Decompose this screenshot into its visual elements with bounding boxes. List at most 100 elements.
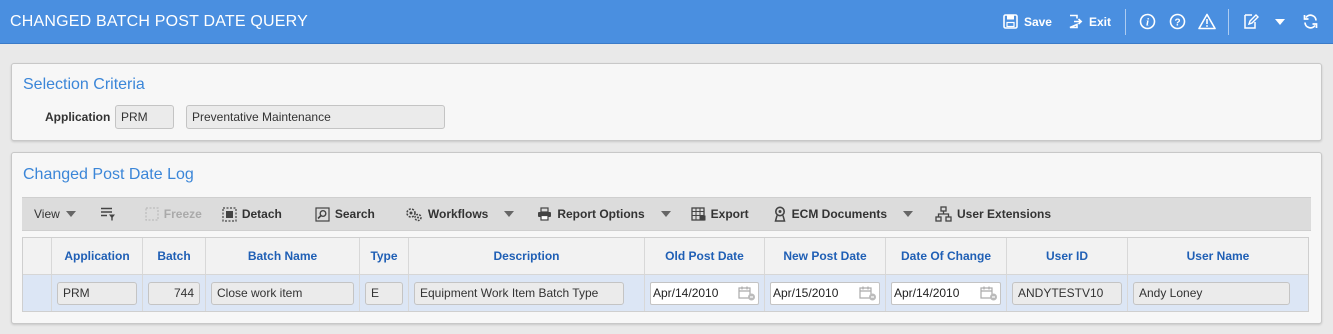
edit-icon[interactable] (1239, 11, 1261, 33)
application-label: Application (45, 110, 111, 124)
workflows-icon (406, 207, 422, 221)
date-of-change-value: Apr/14/2010 (894, 286, 960, 300)
filter-button[interactable] (100, 197, 121, 231)
user-name-cell: Andy Loney (1128, 275, 1308, 311)
calendar-icon[interactable] (980, 285, 998, 301)
application-code-field[interactable]: PRM (115, 105, 174, 129)
column-header-application[interactable]: Application (52, 238, 143, 274)
column-header-old-post-date[interactable]: Old Post Date (645, 238, 765, 274)
grid-header: Application Batch Batch Name Type Descri… (23, 238, 1308, 275)
info-icon[interactable]: i (1136, 11, 1158, 33)
user-id-cell: ANDYTESTV10 (1007, 275, 1128, 311)
view-label: View (34, 207, 60, 221)
freeze-icon (145, 207, 159, 221)
freeze-label: Freeze (163, 207, 202, 221)
column-header-date-of-change[interactable]: Date Of Change (886, 238, 1007, 274)
table-row[interactable]: PRM 744 Close work item E Equipment Work… (23, 275, 1308, 311)
warning-icon[interactable] (1196, 11, 1218, 33)
column-header-description[interactable]: Description (409, 238, 645, 274)
grid-toolbar: View Freeze Detach Search Workflows Repo… (22, 197, 1311, 231)
new-post-date-value: Apr/15/2010 (773, 286, 839, 300)
detach-icon (222, 206, 237, 222)
chevron-down-icon (65, 211, 76, 217)
date-of-change-cell: Apr/14/2010 (886, 275, 1007, 311)
user-extensions-button[interactable]: User Extensions (935, 197, 1051, 231)
description-value[interactable]: Equipment Work Item Batch Type (414, 281, 624, 305)
column-header-user-id[interactable]: User ID (1007, 238, 1128, 274)
chevron-down-icon (660, 211, 671, 217)
exit-button[interactable]: Exit (1068, 14, 1111, 29)
new-post-date-cell: Apr/15/2010 (765, 275, 886, 311)
column-header-batch-name[interactable]: Batch Name (206, 238, 360, 274)
selection-criteria-title: Selection Criteria (23, 76, 145, 93)
title-actions: Save Exit i ? (995, 0, 1333, 44)
separator (1125, 8, 1126, 35)
batch-name-value[interactable]: Close work item (211, 281, 354, 305)
svg-text:?: ? (1174, 18, 1180, 29)
search-icon (315, 206, 330, 222)
user-extensions-label: User Extensions (957, 207, 1052, 221)
chevron-down-icon (504, 211, 515, 217)
exit-label: Exit (1088, 14, 1111, 29)
type-value[interactable]: E (365, 281, 403, 305)
application-value[interactable]: PRM (57, 281, 137, 305)
user-extensions-icon (935, 206, 952, 222)
export-label: Export (710, 207, 749, 221)
selection-criteria-panel: Selection Criteria Application PRM Preve… (11, 63, 1322, 141)
column-header-user-name[interactable]: User Name (1128, 238, 1308, 274)
filter-icon (100, 207, 115, 221)
report-options-button[interactable]: Report Options (537, 197, 671, 231)
freeze-button[interactable]: Freeze (145, 197, 202, 231)
exit-icon (1069, 14, 1083, 29)
old-post-date-value: Apr/14/2010 (653, 286, 719, 300)
calendar-icon[interactable] (738, 285, 756, 301)
save-label: Save (1023, 14, 1052, 29)
chevron-down-icon[interactable] (1269, 11, 1291, 33)
batch-cell: 744 (143, 275, 206, 311)
search-button[interactable]: Search (315, 197, 375, 231)
user-id-value[interactable]: ANDYTESTV10 (1012, 281, 1122, 305)
detach-label: Detach (241, 207, 282, 221)
application-cell: PRM (52, 275, 143, 311)
row-selector[interactable] (23, 275, 52, 311)
log-grid: Application Batch Batch Name Type Descri… (22, 237, 1309, 312)
changed-post-date-log-title: Changed Post Date Log (23, 166, 194, 183)
column-header-type[interactable]: Type (360, 238, 409, 274)
old-post-date-field[interactable]: Apr/14/2010 (650, 281, 759, 305)
batch-value[interactable]: 744 (148, 281, 200, 305)
new-post-date-field[interactable]: Apr/15/2010 (770, 281, 880, 305)
ecm-documents-icon (774, 206, 786, 222)
workflows-button[interactable]: Workflows (405, 197, 515, 231)
separator (1228, 8, 1229, 35)
workflows-label: Workflows (427, 207, 489, 221)
user-name-value[interactable]: Andy Loney (1133, 281, 1290, 305)
type-cell: E (360, 275, 409, 311)
view-menu[interactable]: View (34, 197, 76, 231)
report-options-label: Report Options (557, 207, 645, 221)
help-icon[interactable]: ? (1166, 11, 1188, 33)
detach-button[interactable]: Detach (222, 197, 282, 231)
save-icon (1003, 14, 1018, 29)
svg-text:i: i (1145, 17, 1149, 29)
changed-post-date-log-panel: Changed Post Date Log View Freeze Detach… (11, 152, 1322, 324)
calendar-icon[interactable] (859, 285, 877, 301)
ecm-documents-button[interactable]: ECM Documents (773, 197, 914, 231)
column-header-batch[interactable]: Batch (143, 238, 206, 274)
row-selector-header[interactable] (23, 238, 52, 274)
date-of-change-field[interactable]: Apr/14/2010 (891, 281, 1001, 305)
refresh-icon[interactable] (1299, 11, 1321, 33)
printer-icon (538, 207, 552, 221)
application-name-field[interactable]: Preventative Maintenance (186, 105, 445, 129)
title-bar: CHANGED BATCH POST DATE QUERY Save Exit … (0, 0, 1333, 44)
export-button[interactable]: Export (691, 197, 749, 231)
page-title: CHANGED BATCH POST DATE QUERY (10, 12, 308, 30)
chevron-down-icon (903, 211, 914, 217)
batch-name-cell: Close work item (206, 275, 360, 311)
save-button[interactable]: Save (1003, 14, 1052, 29)
old-post-date-cell: Apr/14/2010 (645, 275, 765, 311)
ecm-documents-label: ECM Documents (791, 207, 888, 221)
export-icon (691, 207, 706, 221)
search-label: Search (334, 207, 375, 221)
description-cell: Equipment Work Item Batch Type (409, 275, 645, 311)
column-header-new-post-date[interactable]: New Post Date (765, 238, 886, 274)
